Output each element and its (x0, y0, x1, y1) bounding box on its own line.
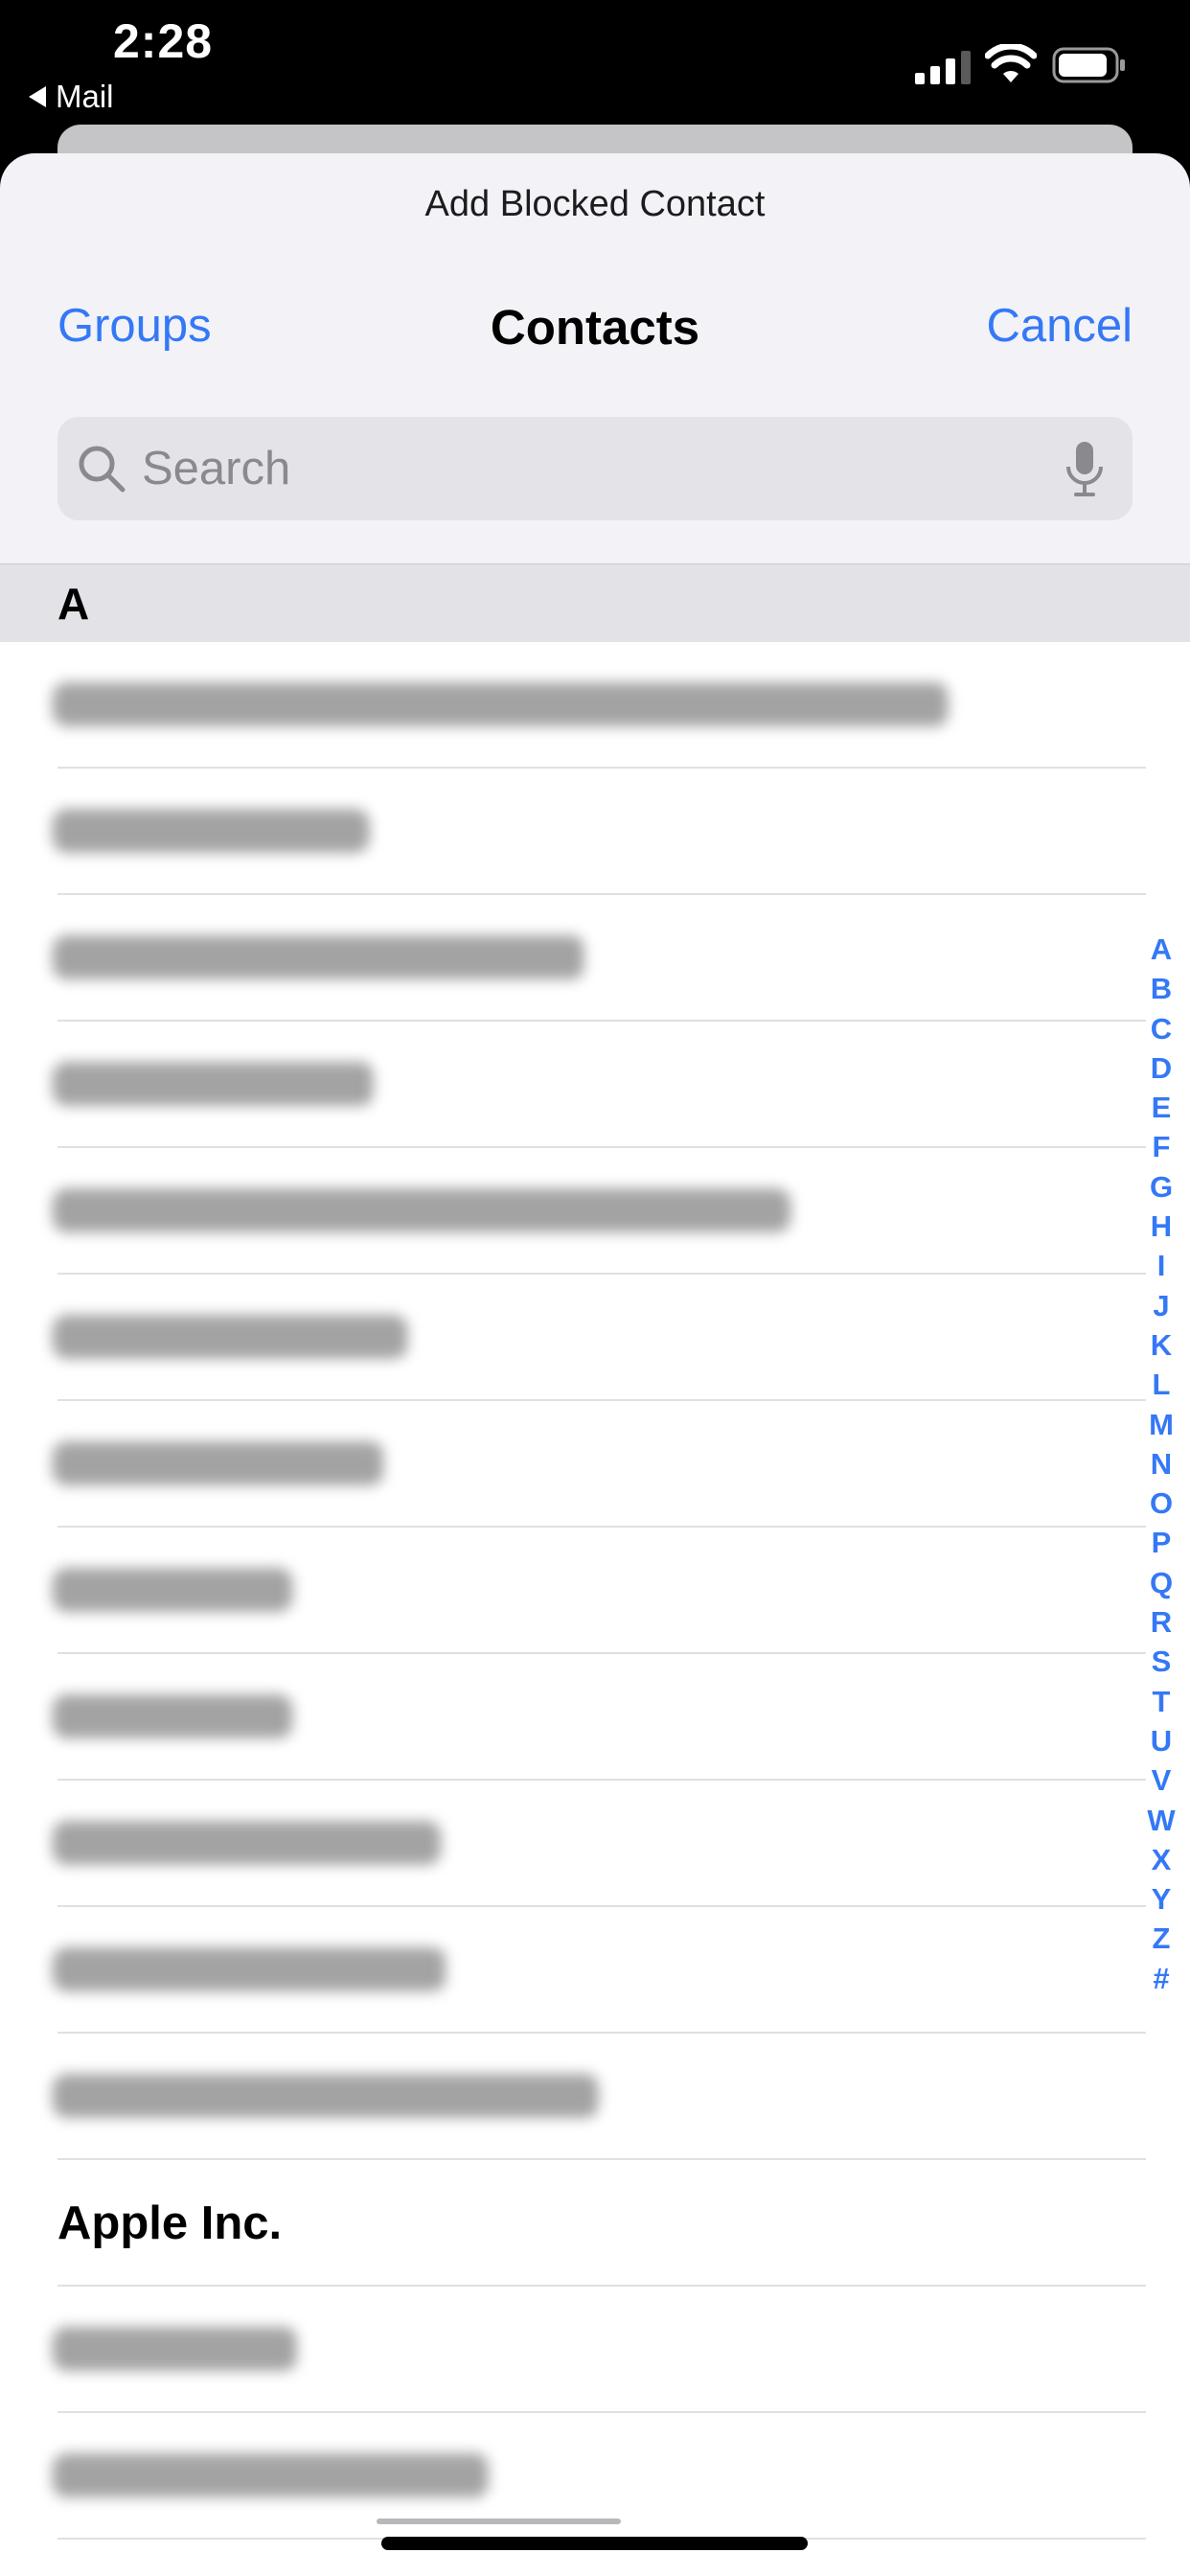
index-letter[interactable]: X (1152, 1840, 1172, 1879)
back-to-app-button[interactable]: Mail (29, 79, 114, 115)
contact-row[interactable] (0, 1528, 1190, 1654)
search-bar[interactable] (57, 417, 1133, 520)
index-letter[interactable]: N (1151, 1444, 1172, 1484)
index-letter[interactable]: Y (1152, 1879, 1172, 1919)
home-indicator[interactable] (381, 2537, 808, 2550)
redacted-contact-name (53, 2327, 297, 2371)
index-letter[interactable]: G (1150, 1167, 1173, 1207)
cellular-signal-icon (915, 51, 971, 84)
index-letter[interactable]: P (1152, 1523, 1172, 1562)
back-app-label: Mail (56, 79, 114, 114)
contact-row[interactable] (0, 2287, 1190, 2413)
contact-row[interactable] (0, 769, 1190, 895)
contact-row[interactable] (0, 1654, 1190, 1781)
index-letter[interactable]: S (1152, 1642, 1172, 1681)
index-letter[interactable]: A (1151, 930, 1172, 969)
redacted-contact-name (53, 809, 369, 853)
index-letter[interactable]: H (1151, 1207, 1172, 1246)
index-letter[interactable]: Z (1153, 1919, 1171, 1958)
contact-row[interactable] (0, 642, 1190, 769)
contact-row[interactable] (0, 1022, 1190, 1148)
index-letter[interactable]: T (1153, 1682, 1171, 1721)
contact-row[interactable] (0, 1148, 1190, 1275)
contact-picker-sheet: Add Blocked Contact Contacts Groups Canc… (0, 153, 1190, 2576)
redacted-contact-name (53, 1947, 446, 1991)
contact-row[interactable]: Apple Inc. (0, 2160, 1190, 2287)
index-letter[interactable]: B (1151, 969, 1172, 1008)
index-letter[interactable]: R (1151, 1602, 1172, 1642)
redacted-contact-name (53, 1821, 441, 1865)
navigation-bar: Contacts Groups Cancel (0, 299, 1190, 366)
section-header: A (0, 564, 1190, 643)
redacted-contact-name (53, 2074, 599, 2118)
redacted-contact-name (53, 1568, 292, 1612)
redacted-contact-name (53, 935, 584, 979)
groups-button[interactable]: Groups (57, 299, 212, 353)
index-letter[interactable]: Q (1150, 1563, 1173, 1602)
contact-row[interactable] (0, 1401, 1190, 1528)
contact-row[interactable] (0, 895, 1190, 1022)
back-triangle-icon (29, 86, 46, 107)
index-letter[interactable]: J (1153, 1286, 1169, 1325)
cancel-button[interactable]: Cancel (986, 299, 1133, 353)
alphabet-index[interactable]: A B C D E F G H I J K L M N O P Q R S T U V W X Y Z # (1140, 930, 1182, 1998)
index-letter[interactable]: M (1149, 1405, 1174, 1444)
search-icon (79, 446, 126, 493)
redacted-contact-name (53, 682, 949, 726)
battery-icon (1052, 47, 1125, 83)
index-letter[interactable]: F (1153, 1127, 1171, 1166)
scroll-indicator (377, 2518, 621, 2524)
microphone-icon[interactable] (1064, 440, 1106, 497)
redacted-contact-name (53, 1315, 407, 1359)
index-letter[interactable]: L (1153, 1365, 1171, 1404)
redacted-contact-name (53, 2453, 489, 2497)
contact-list: Apple Inc. (0, 642, 1190, 2576)
contact-row[interactable] (0, 2034, 1190, 2160)
redacted-contact-name (53, 1694, 292, 1738)
redacted-contact-name (53, 1062, 374, 1106)
redacted-contact-name (53, 1188, 790, 1232)
index-letter[interactable]: # (1153, 1959, 1169, 1998)
redacted-contact-name (53, 1441, 383, 1485)
index-letter[interactable]: I (1157, 1246, 1166, 1285)
index-letter[interactable]: O (1150, 1484, 1173, 1523)
section-letter: A (57, 579, 90, 629)
index-letter[interactable]: E (1152, 1088, 1172, 1127)
contact-row[interactable] (0, 1781, 1190, 1907)
sheet-prompt: Add Blocked Contact (424, 184, 766, 224)
contact-row[interactable] (0, 1275, 1190, 1401)
index-letter[interactable]: U (1151, 1721, 1172, 1760)
clock: 2:28 (113, 14, 214, 68)
index-letter[interactable]: V (1152, 1760, 1172, 1800)
search-input[interactable] (142, 417, 1004, 520)
index-letter[interactable]: W (1147, 1801, 1175, 1840)
contact-name: Apple Inc. (57, 2197, 283, 2249)
index-letter[interactable]: C (1151, 1009, 1172, 1048)
index-letter[interactable]: D (1151, 1048, 1172, 1088)
index-letter[interactable]: K (1151, 1325, 1172, 1365)
contact-row[interactable] (0, 1907, 1190, 2034)
wifi-icon (985, 44, 1037, 82)
